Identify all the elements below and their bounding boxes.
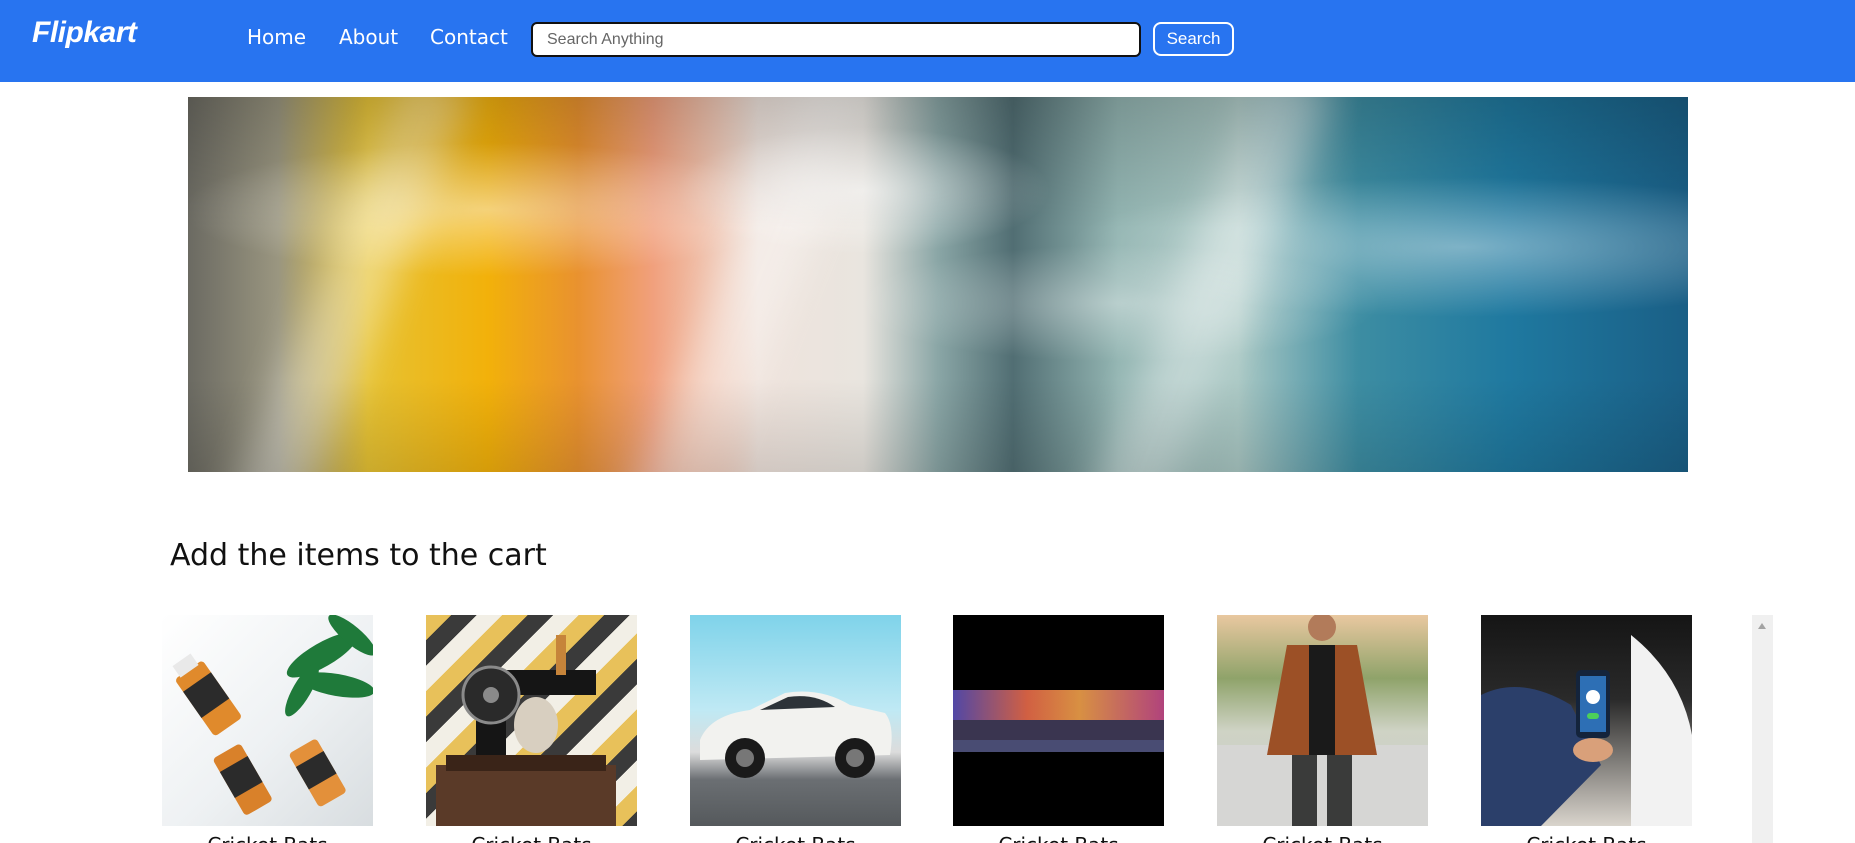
product-card[interactable]: Cricket Bats	[690, 615, 901, 843]
product-laptop-image	[953, 615, 1164, 826]
product-caption: Cricket Bats	[690, 833, 901, 843]
scroll-up-arrow-icon[interactable]	[1758, 623, 1766, 629]
product-car-image	[690, 615, 901, 826]
hero-overlay	[188, 97, 1688, 472]
nav-link-about[interactable]: About	[339, 25, 398, 49]
search-input[interactable]	[531, 22, 1141, 57]
search-button[interactable]: Search	[1153, 22, 1234, 56]
product-bottles-image	[162, 615, 373, 826]
product-caption: Cricket Bats	[162, 833, 373, 843]
hero-banner-image	[188, 97, 1688, 472]
product-caption: Cricket Bats	[426, 833, 637, 843]
product-sewing-machine-image	[426, 615, 637, 826]
nav-link-contact[interactable]: Contact	[430, 25, 508, 49]
nav-link-home[interactable]: Home	[247, 25, 306, 49]
product-card[interactable]: Cricket Bats	[162, 615, 373, 843]
product-card[interactable]: Cricket Bats	[1481, 615, 1692, 843]
product-card[interactable]: Cricket Bats	[1217, 615, 1428, 843]
navbar: Flipkart Home About Contact Search	[0, 0, 1855, 82]
product-caption: Cricket Bats	[1481, 833, 1692, 843]
site-logo[interactable]: Flipkart	[32, 16, 137, 50]
product-card[interactable]: Cricket Bats	[953, 615, 1164, 843]
product-jacket-image	[1217, 615, 1428, 826]
product-card[interactable]: Cricket Bats	[426, 615, 637, 843]
product-phone-image	[1481, 615, 1692, 826]
product-caption: Cricket Bats	[1217, 833, 1428, 843]
section-title: Add the items to the cart	[170, 538, 547, 573]
product-caption: Cricket Bats	[953, 833, 1164, 843]
vertical-scrollbar[interactable]	[1752, 615, 1773, 843]
